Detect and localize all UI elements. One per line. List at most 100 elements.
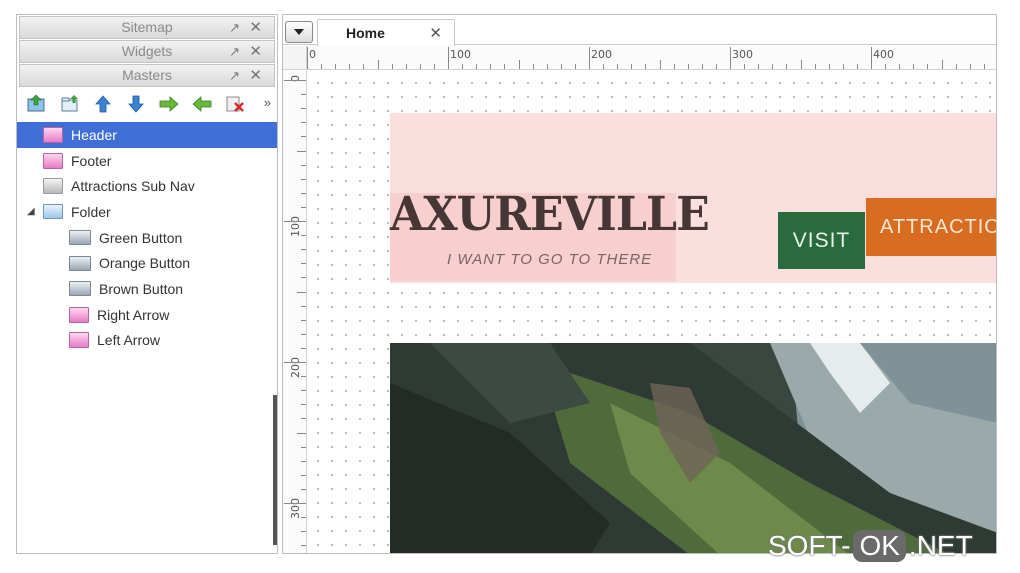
tree-item-label: Green Button xyxy=(99,229,183,246)
button-icon xyxy=(69,281,91,297)
pane-header-sitemap[interactable]: Sitemap ↗ ✕ xyxy=(19,16,275,39)
ruler-corner xyxy=(283,46,307,70)
ruler-label: 100 xyxy=(289,216,302,237)
delete-icon[interactable] xyxy=(223,92,247,116)
ruler-tick xyxy=(301,108,306,110)
close-icon[interactable]: ✕ xyxy=(249,41,262,62)
ruler-tick xyxy=(969,64,971,69)
tree-item-label: Orange Button xyxy=(99,255,191,272)
hero-mountain-image[interactable] xyxy=(390,343,996,553)
ruler-tick xyxy=(301,319,306,321)
pink-page-icon xyxy=(69,306,89,323)
ruler-tick xyxy=(301,122,306,124)
tab-bar: Home ✕ xyxy=(283,15,996,46)
ruler-tick xyxy=(307,47,308,69)
ruler-tick xyxy=(363,64,365,69)
ruler-label: 0 xyxy=(309,48,316,61)
panel-scrollbar[interactable] xyxy=(273,395,277,545)
outdent-icon[interactable] xyxy=(190,92,214,116)
ruler-tick xyxy=(899,64,901,69)
tree-item-label: Footer xyxy=(71,152,112,169)
indent-icon[interactable] xyxy=(157,92,181,116)
ruler-tick xyxy=(301,446,306,448)
ruler-label: 200 xyxy=(289,357,302,378)
pink-page-icon xyxy=(43,126,63,143)
tree-item-header[interactable]: Header xyxy=(17,122,277,148)
ruler-tick xyxy=(301,347,306,349)
tree-item-green-button[interactable]: Green Button xyxy=(17,225,277,251)
pane-header-masters[interactable]: Masters ↗ ✕ xyxy=(19,64,275,87)
ruler-tick xyxy=(301,164,306,166)
ruler-tick xyxy=(301,277,306,279)
tree-item-right-arrow[interactable]: Right Arrow xyxy=(17,302,277,328)
tree-item-label: Right Arrow xyxy=(97,306,170,323)
tab-list-dropdown[interactable] xyxy=(285,21,313,43)
move-down-icon[interactable] xyxy=(124,92,148,116)
tree-item-footer[interactable]: Footer xyxy=(17,148,277,174)
masters-tree: Header Footer Attractions Sub Nav ◢ Fold… xyxy=(17,122,277,353)
ruler-tick xyxy=(560,64,562,69)
button-icon xyxy=(69,230,91,246)
attractions-button[interactable]: ATTRACTIONS xyxy=(866,198,996,256)
close-icon[interactable]: ✕ xyxy=(249,65,262,86)
tree-item-left-arrow[interactable]: Left Arrow xyxy=(17,328,277,354)
popout-icon[interactable]: ↗ xyxy=(229,41,240,62)
tree-item-label: Header xyxy=(71,126,117,143)
ruler-tick xyxy=(301,192,306,194)
ruler-tick xyxy=(462,64,464,69)
tree-item-attractions-sub-nav[interactable]: Attractions Sub Nav xyxy=(17,173,277,199)
ruler-tick xyxy=(546,64,548,69)
logo-title[interactable]: AXUREVILLE xyxy=(390,187,710,242)
add-master-icon[interactable] xyxy=(25,92,49,116)
watermark-text: SOFT- xyxy=(768,530,851,561)
ruler-tick xyxy=(284,80,306,81)
masters-toolbar: » xyxy=(19,89,275,119)
ruler-tick xyxy=(301,94,306,96)
ruler-tick xyxy=(786,64,788,69)
ruler-tick xyxy=(301,333,306,335)
ruler-tick xyxy=(617,64,619,69)
expand-toggle-icon[interactable]: ◢ xyxy=(27,206,35,217)
watermark: SOFT- OK .NET xyxy=(768,526,973,566)
ruler-tick xyxy=(814,64,816,69)
ruler-tick xyxy=(297,150,306,152)
ruler-tick xyxy=(301,404,306,406)
design-canvas[interactable]: AXUREVILLE I WANT TO GO TO THERE VISIT A… xyxy=(308,71,996,553)
ruler-tick xyxy=(856,64,858,69)
pane-title-masters: Masters xyxy=(122,67,172,83)
tree-item-brown-button[interactable]: Brown Button xyxy=(17,276,277,302)
ruler-tick xyxy=(448,47,449,69)
ruler-tick xyxy=(659,60,661,69)
ruler-tick xyxy=(800,60,802,69)
ruler-tick xyxy=(476,64,478,69)
ruler-tick xyxy=(433,64,435,69)
popout-icon[interactable]: ↗ xyxy=(229,17,240,38)
pink-page-icon xyxy=(69,332,89,349)
pane-title-widgets: Widgets xyxy=(121,43,173,59)
ruler-tick xyxy=(673,64,675,69)
ruler-tick xyxy=(377,60,379,69)
visit-button[interactable]: VISIT xyxy=(778,212,865,269)
ruler-tick xyxy=(301,206,306,208)
ruler-tick xyxy=(284,362,306,363)
ruler-tick xyxy=(284,503,306,504)
logo-tagline[interactable]: I WANT TO GO TO THERE xyxy=(447,251,652,268)
ruler-tick xyxy=(603,64,605,69)
vertical-ruler: 0 100 200 300 xyxy=(283,70,307,553)
add-folder-icon[interactable] xyxy=(58,92,82,116)
tab-label: Home xyxy=(346,25,385,41)
chevron-more-icon[interactable]: » xyxy=(264,95,271,110)
tree-item-folder[interactable]: ◢ Folder xyxy=(17,199,277,225)
tab-home[interactable]: Home ✕ xyxy=(317,19,455,46)
move-up-icon[interactable] xyxy=(91,92,115,116)
ruler-tick xyxy=(301,545,306,547)
close-icon[interactable]: ✕ xyxy=(249,17,262,38)
pane-header-widgets[interactable]: Widgets ↗ ✕ xyxy=(19,40,275,63)
ruler-tick xyxy=(391,64,393,69)
ruler-tick xyxy=(335,64,337,69)
ruler-label: 100 xyxy=(450,48,471,61)
popout-icon[interactable]: ↗ xyxy=(229,65,240,86)
close-icon[interactable]: ✕ xyxy=(429,24,442,42)
ruler-tick xyxy=(301,178,306,180)
tree-item-orange-button[interactable]: Orange Button xyxy=(17,250,277,276)
